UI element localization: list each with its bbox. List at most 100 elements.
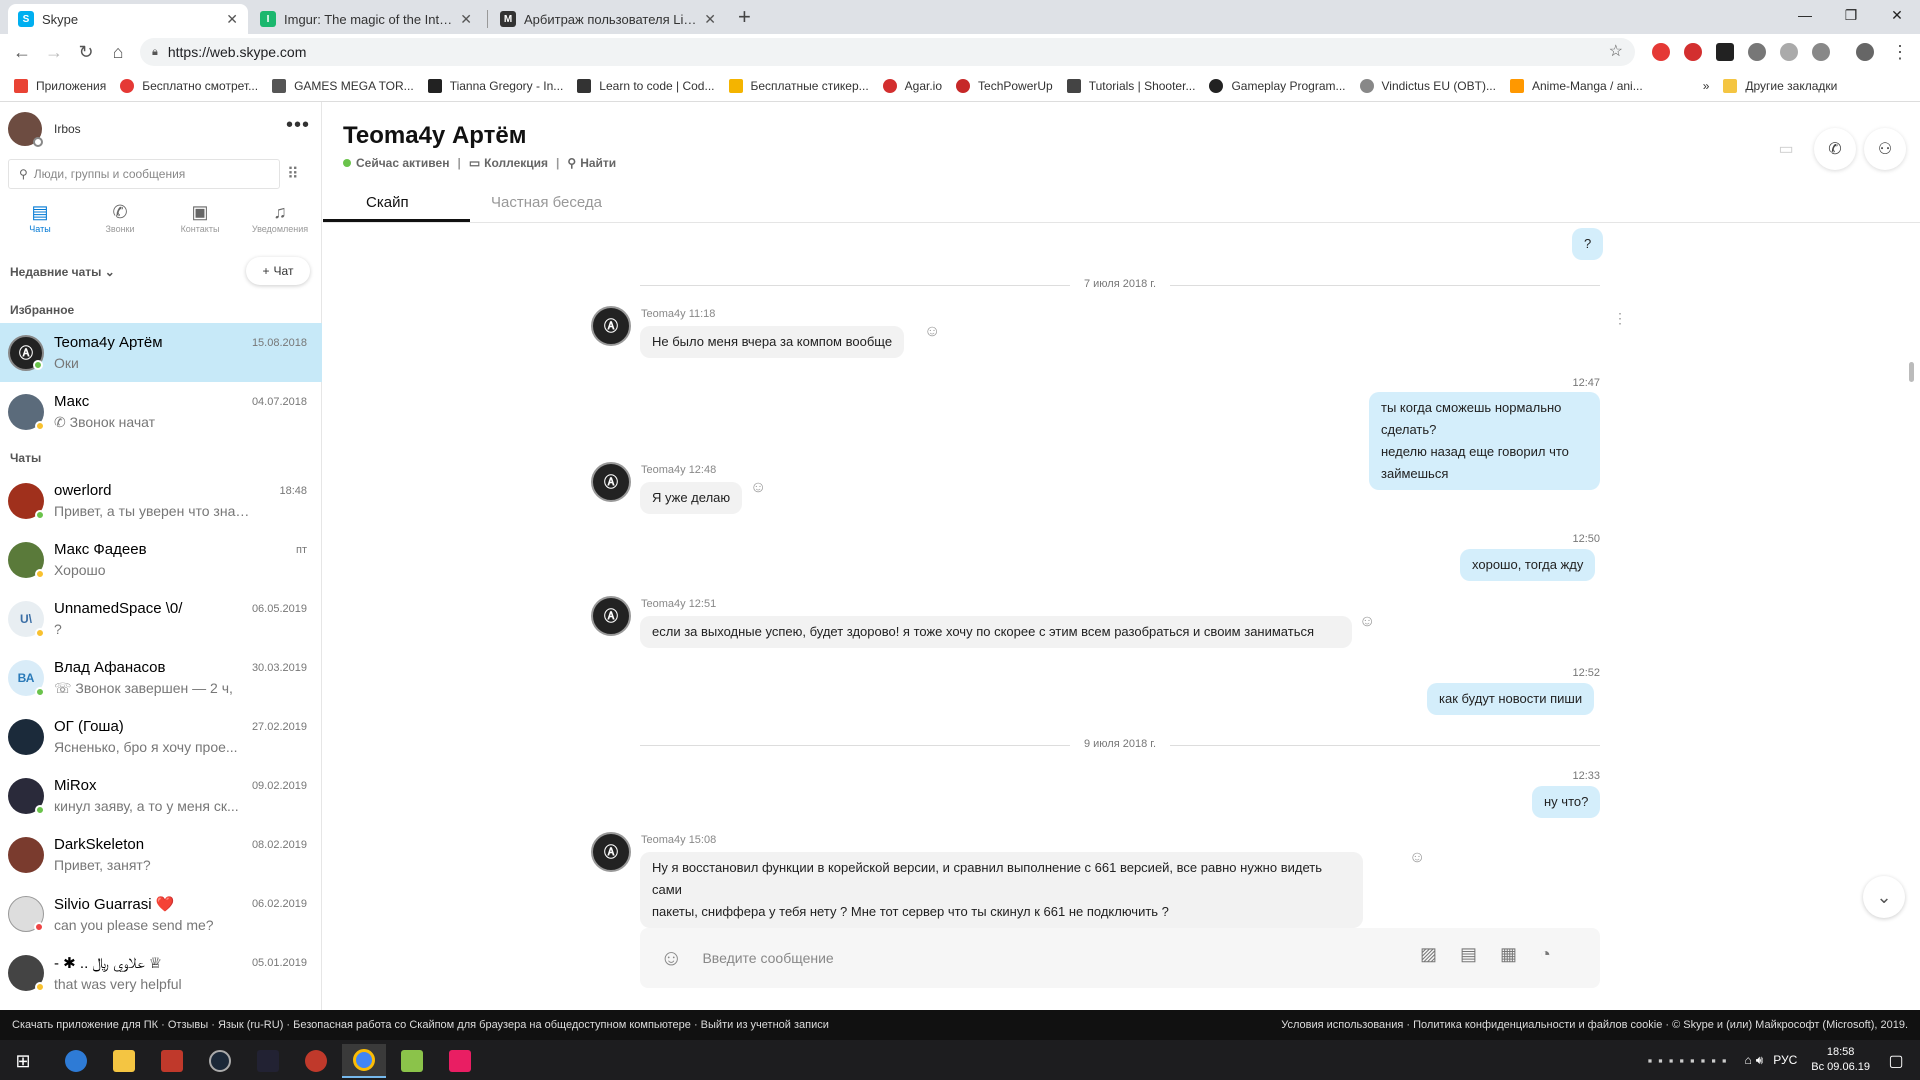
home-icon[interactable]: ⌂ — [106, 40, 130, 64]
add-reaction-icon[interactable]: ☺ — [1359, 613, 1375, 631]
intellij-icon[interactable] — [438, 1044, 482, 1078]
incoming-message[interactable]: Я уже делаю — [640, 482, 743, 514]
schedule-icon[interactable]: ▦ — [1500, 944, 1517, 965]
language-indicator[interactable]: РУС — [1773, 1053, 1797, 1067]
other-bookmarks[interactable]: Другие закладки — [1723, 78, 1837, 93]
search-input[interactable]: ⚲ Люди, группы и сообщения — [8, 159, 280, 189]
chat-list-item[interactable]: DarkSkeleton Привет, занят? 08.02.2019 — [0, 825, 322, 884]
profile-avatar-icon[interactable] — [1856, 43, 1874, 61]
dialpad-icon[interactable]: ⠿ — [287, 164, 299, 184]
taskbar-app-icon[interactable] — [294, 1044, 338, 1078]
add-people-button[interactable]: ⚇ — [1864, 128, 1906, 170]
close-tab-icon[interactable]: ✕ — [460, 11, 472, 28]
collection-link[interactable]: Коллекция — [484, 156, 548, 170]
new-chat-button[interactable]: + Чат — [246, 257, 310, 285]
notepad-icon[interactable] — [390, 1044, 434, 1078]
scroll-to-bottom-button[interactable]: ⌄ — [1863, 876, 1905, 918]
chat-list-item[interactable]: U\ UnnamedSpace \0/? 06.05.2019 — [0, 589, 322, 648]
bookmark-item[interactable]: Agar.io — [882, 78, 942, 93]
bookmark-item[interactable]: Anime-Manga / ani... — [1509, 78, 1643, 93]
clock[interactable]: 18:58 Вс 09.06.19 — [1811, 1045, 1870, 1075]
new-tab-icon[interactable]: + — [738, 4, 751, 30]
incoming-message[interactable]: если за выходные успею, будет здорово! я… — [640, 616, 1352, 648]
menu-kebab-icon[interactable]: ⋮ — [1888, 40, 1912, 64]
extension-icon[interactable] — [1716, 43, 1734, 61]
tray-icons[interactable]: ▪▪▪▪▪▪▪▪ — [1648, 1053, 1733, 1068]
bookmark-apps[interactable]: Приложения — [14, 78, 106, 93]
bookmark-item[interactable]: Tutorials | Shooter... — [1066, 78, 1195, 93]
outgoing-message[interactable]: ? — [1572, 228, 1604, 260]
nav-chats[interactable]: ▤ Чаты — [0, 202, 80, 252]
footer-links-left[interactable]: Скачать приложение для ПК · Отзывы · Язы… — [12, 1019, 829, 1031]
chat-list-item[interactable]: MiRox кинул заяву, а то у меня ск... 09.0… — [0, 766, 322, 825]
nav-notifications[interactable]: ♫ Уведомления — [240, 202, 320, 252]
chat-list-item[interactable]: Макс Фадеев Хорошо пт — [0, 530, 322, 589]
bookmark-item[interactable]: Бесплатные стикер... — [728, 78, 869, 93]
outgoing-message[interactable]: хорошо, тогда жду — [1460, 549, 1596, 581]
scrollbar-thumb[interactable] — [1909, 362, 1914, 382]
maximize-icon[interactable]: ❐ — [1828, 0, 1874, 30]
add-reaction-icon[interactable]: ☺ — [1409, 849, 1425, 867]
browser-tab-skype[interactable]: S Skype ✕ — [8, 4, 248, 34]
steam-icon[interactable] — [198, 1044, 242, 1078]
incoming-message[interactable]: Ну я восстановил функции в корейской вер… — [640, 852, 1363, 928]
incoming-message[interactable]: Не было меня вчера за компом вообще — [640, 326, 905, 358]
close-tab-icon[interactable]: ✕ — [226, 11, 238, 28]
send-contact-icon[interactable]: ▤ — [1460, 944, 1477, 965]
sender-avatar[interactable]: Ⓐ — [591, 832, 631, 872]
bookmark-item[interactable]: GAMES MEGA TOR... — [272, 78, 414, 93]
chat-list-item[interactable]: ОГ (Гоша) Ясненько, бро я хочу прое... 27… — [0, 707, 322, 766]
opera-extension-icon[interactable] — [1652, 43, 1670, 61]
sender-avatar[interactable]: Ⓐ — [591, 306, 631, 346]
conversation-title[interactable]: Teoma4y Артём — [343, 122, 526, 150]
adblock-extension-icon[interactable] — [1684, 43, 1702, 61]
file-explorer-icon[interactable] — [102, 1044, 146, 1078]
chat-list-item[interactable]: - ✱ .. علاوي ﷼ ♕ that was very helpful 05… — [0, 943, 322, 1002]
volume-icon[interactable]: 🔊︎ — [1756, 1053, 1764, 1068]
bookmark-item[interactable]: Бесплатно смотрет... — [120, 78, 258, 93]
bookmark-item[interactable]: Vindictus EU (OBT)... — [1359, 78, 1496, 93]
taskbar-app-icon[interactable] — [246, 1044, 290, 1078]
nav-calls[interactable]: ✆ Звонки — [80, 202, 160, 252]
extension-icon[interactable] — [1812, 43, 1830, 61]
nav-contacts[interactable]: ▣ Контакты — [160, 202, 240, 252]
add-reaction-icon[interactable]: ☺ — [924, 323, 940, 341]
reload-icon[interactable]: ↻ — [74, 40, 98, 64]
share-image-icon[interactable]: ▨ — [1420, 944, 1437, 965]
message-composer[interactable]: ☺ Введите сообщение ▨ ▤ ▦ ◔ — [640, 928, 1600, 988]
avatar[interactable] — [8, 112, 43, 147]
extension-icon[interactable] — [1748, 43, 1766, 61]
tab-skype[interactable]: Скайп — [366, 194, 409, 211]
chrome-icon[interactable] — [342, 1044, 386, 1078]
close-tab-icon[interactable]: ✕ — [704, 11, 716, 28]
footer-links-right[interactable]: Условия использования · Политика конфиде… — [1281, 1019, 1908, 1031]
bookmarks-overflow-icon[interactable]: » — [1703, 79, 1710, 93]
forward-icon[interactable]: → — [42, 40, 66, 64]
more-options-icon[interactable]: ••• — [286, 114, 310, 137]
edge-browser-icon[interactable] — [54, 1044, 98, 1078]
extension-icon[interactable] — [1780, 43, 1798, 61]
bookmark-item[interactable]: TechPowerUp — [956, 78, 1053, 93]
bookmark-item[interactable]: Gameplay Program... — [1209, 78, 1346, 93]
tab-private-chat[interactable]: Частная беседа — [491, 194, 602, 211]
close-window-icon[interactable]: ✕ — [1874, 0, 1920, 30]
outgoing-message[interactable]: как будут новости пиши — [1427, 683, 1595, 715]
recent-chats-dropdown[interactable]: Недавние чаты ⌄ — [10, 265, 115, 279]
sender-avatar[interactable]: Ⓐ — [591, 462, 631, 502]
outgoing-message[interactable]: ну что? — [1532, 786, 1601, 818]
sender-avatar[interactable]: Ⓐ — [591, 596, 631, 636]
audio-call-button[interactable]: ✆ — [1814, 128, 1856, 170]
chat-list-item[interactable]: Макс ✆ Звонок начат 04.07.2018 — [0, 382, 322, 441]
find-link[interactable]: Найти — [580, 156, 616, 170]
taskbar-app-icon[interactable] — [150, 1044, 194, 1078]
poll-icon[interactable]: ◔ — [1540, 944, 1551, 965]
bookmark-item[interactable]: Learn to code | Cod... — [577, 78, 715, 93]
action-center-icon[interactable]: ▢ — [1874, 1044, 1918, 1078]
profile-header[interactable]: Irbos — [8, 112, 81, 147]
back-icon[interactable]: ← — [10, 40, 34, 64]
address-bar[interactable]: 🔒︎ https://web.skype.com ☆ — [140, 38, 1635, 66]
bookmark-item[interactable]: Tianna Gregory - In... — [427, 78, 563, 93]
chat-list-item[interactable]: ВА Влад Афанасов ☏ Звонок завершен — 2 ч,… — [0, 648, 322, 707]
video-call-button[interactable]: ▭ — [1765, 128, 1807, 170]
minimize-icon[interactable]: — — [1782, 0, 1828, 30]
